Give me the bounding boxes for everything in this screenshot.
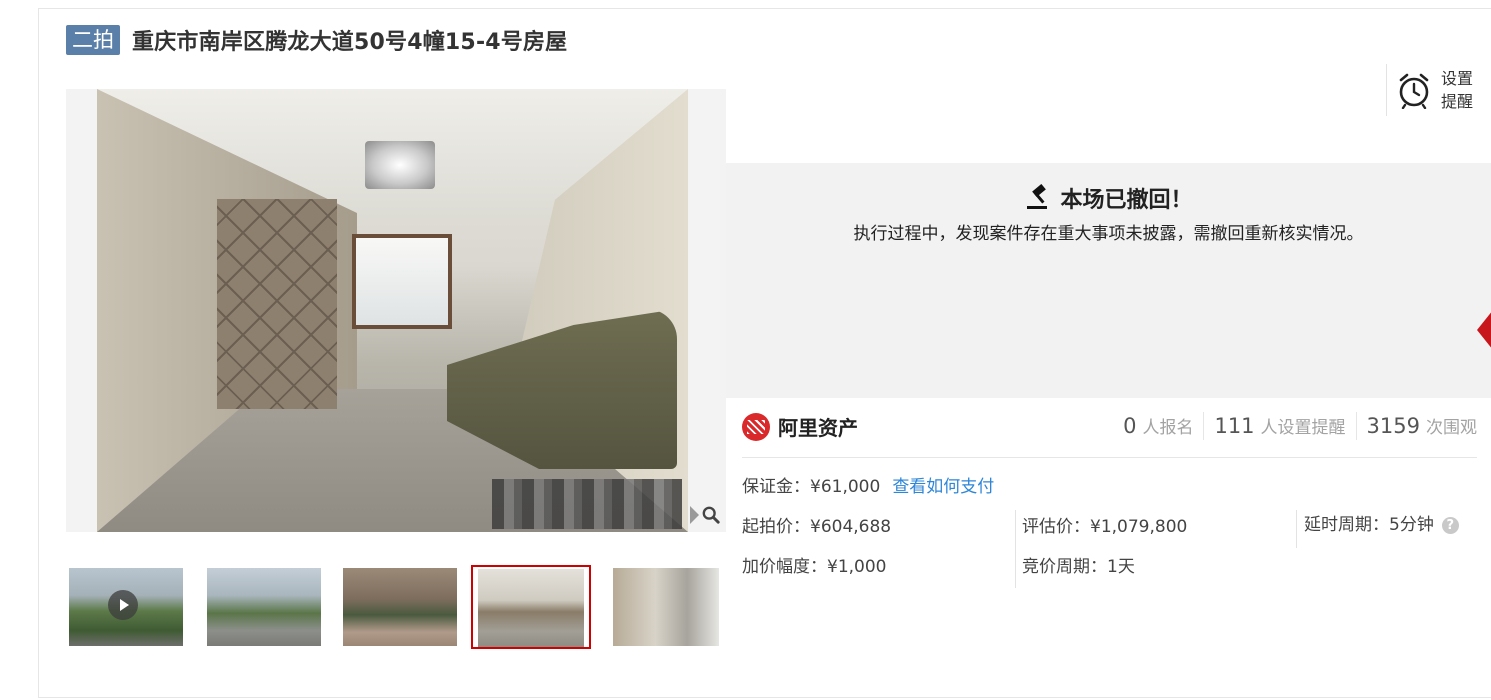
deposit-text: 保证金：¥61,000	[742, 477, 881, 497]
alarm-clock-icon	[1399, 73, 1429, 109]
bid-increment: 加价幅度：¥1,000	[742, 557, 887, 577]
arrow-left-icon	[690, 506, 699, 524]
page-title: 重庆市南岸区腾龙大道50号4幢15-4号房屋	[132, 30, 568, 55]
stat-unit: 人报名	[1142, 418, 1194, 438]
stat-signups: 0 人报名	[1113, 412, 1203, 440]
magnifier-icon	[702, 506, 720, 524]
notice-title-row: 本场已撤回！	[726, 182, 1491, 214]
thumbnail-strip	[66, 565, 726, 650]
bid-period: 竞价周期：1天	[1022, 557, 1135, 577]
title-row: 二拍 重庆市南岸区腾龙大道50号4幢15-4号房屋	[66, 24, 567, 56]
stat-value: 111	[1214, 414, 1255, 438]
platform-name: 阿里资产	[778, 416, 858, 440]
delay-period-row: 延时周期：5分钟?	[1304, 510, 1459, 540]
set-reminder-button[interactable]: 设置提醒	[1386, 64, 1481, 116]
thumbnail-image[interactable]	[610, 565, 730, 649]
stat-value: 3159	[1366, 414, 1420, 438]
deposit-row: 保证金：¥61,000 查看如何支付	[742, 472, 994, 502]
notice-title: 本场已撤回！	[1060, 188, 1193, 213]
play-icon	[108, 590, 138, 620]
stat-reminders: 111 人设置提醒	[1203, 412, 1355, 440]
stat-unit: 人设置提醒	[1260, 418, 1346, 438]
set-reminder-label: 设置提醒	[1441, 69, 1474, 111]
thumbnail-image[interactable]	[204, 565, 324, 649]
zoom-button[interactable]	[684, 498, 726, 532]
thumbnail-image[interactable]	[340, 565, 460, 649]
column-divider	[1296, 510, 1297, 548]
thumbnail-video[interactable]	[66, 565, 186, 649]
gavel-icon	[1027, 184, 1048, 209]
main-photo	[97, 89, 688, 532]
blurred-watermark	[492, 479, 682, 529]
stats-counters: 0 人报名 111 人设置提醒 3159 次围观	[1113, 412, 1477, 440]
start-price: 起拍价：¥604,688	[742, 517, 892, 537]
main-image-viewer[interactable]	[66, 89, 726, 532]
platform-logo[interactable]: 阿里资产	[742, 412, 858, 441]
help-icon[interactable]: ?	[1441, 516, 1459, 534]
ali-assets-logo-icon	[742, 412, 770, 441]
withdrawn-notice: 本场已撤回！ 执行过程中，发现案件存在重大事项未披露，需撤回重新核实情况。	[726, 163, 1491, 398]
column-divider	[1015, 510, 1016, 588]
round-badge: 二拍	[66, 25, 120, 55]
stat-views: 3159 次围观	[1355, 412, 1477, 440]
stat-unit: 次围观	[1426, 418, 1477, 438]
delay-period: 延时周期：5分钟	[1304, 515, 1434, 535]
thumbnail-image-active[interactable]	[471, 565, 591, 649]
stats-row: 阿里资产 0 人报名 111 人设置提醒 3159 次围观	[742, 408, 1477, 458]
appraisal-price: 评估价：¥1,079,800	[1022, 517, 1188, 537]
notice-text: 执行过程中，发现案件存在重大事项未披露，需撤回重新核实情况。	[853, 224, 1364, 244]
how-to-pay-link[interactable]: 查看如何支付	[892, 477, 994, 497]
stat-value: 0	[1123, 414, 1137, 438]
